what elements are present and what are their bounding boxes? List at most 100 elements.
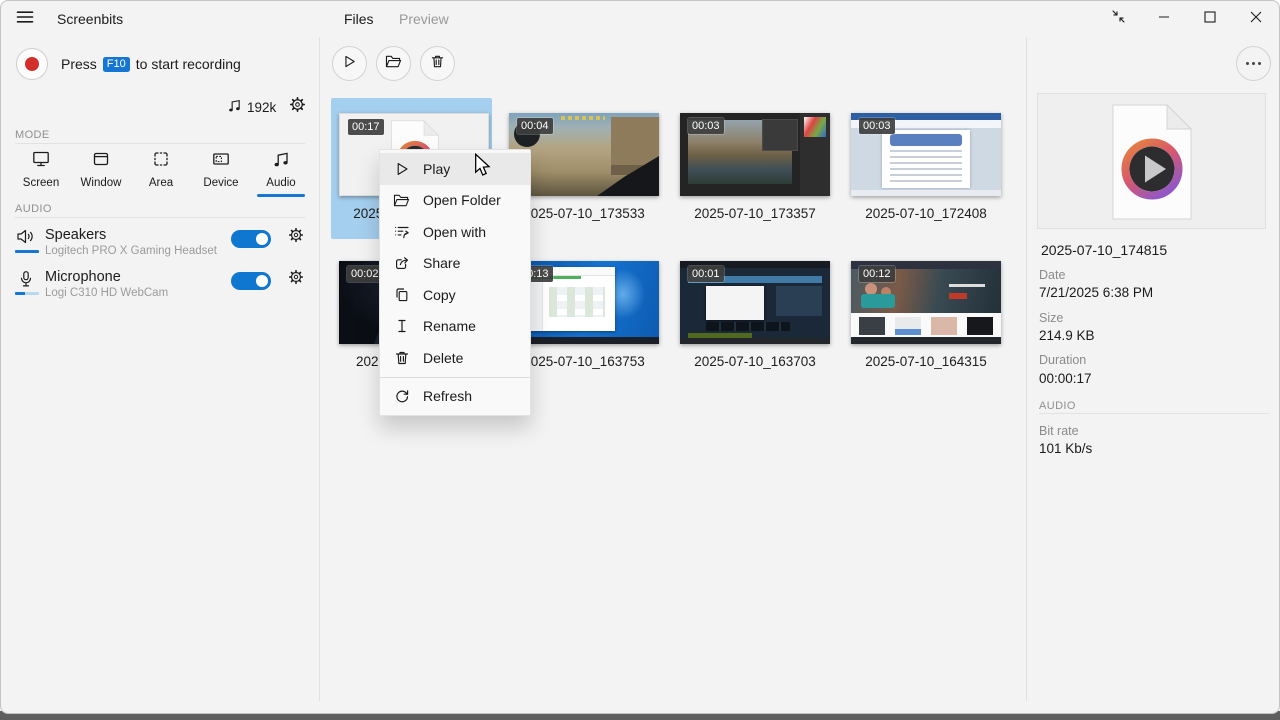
thumb-art [931,317,957,335]
mode-item-audio[interactable]: Audio [253,149,309,189]
duration-badge: 00:03 [859,118,895,134]
open-folder-button[interactable] [376,46,411,81]
window-controls [1095,1,1279,37]
mode-item-screen[interactable]: Screen [13,149,69,189]
detail-label-date: Date [1039,268,1065,282]
hamburger-menu-button[interactable] [13,8,37,30]
menu-item-share[interactable]: Share [380,248,530,280]
record-hint-prefix: Press [61,56,97,72]
detail-value-size: 214.9 KB [1039,328,1095,343]
area-icon [151,156,171,173]
mode-section-title: MODE [15,129,50,141]
mode-label: Area [133,177,189,189]
more-ellipsis-icon [1252,62,1255,65]
maximize-icon [1204,10,1216,28]
details-divider [1026,37,1027,701]
mode-item-window[interactable]: Window [73,149,129,189]
close-button[interactable] [1233,1,1279,37]
thumb-art [967,317,993,335]
toggle-knob [256,233,268,245]
file-thumbnail[interactable]: 00:01 [680,261,830,344]
menu-item-open-with[interactable]: Open with [380,216,530,248]
audio-notes-icon [271,156,291,173]
sidebar: Press F10 to start recording 192k MODE [1,37,319,713]
copy-icon [393,286,410,303]
detail-label-duration: Duration [1039,353,1086,367]
video-file-icon [1107,102,1197,227]
gear-icon [287,268,305,291]
detail-value-bitrate: 101 Kb/s [1039,441,1092,456]
microphone-level-meter [15,292,39,295]
thumb-art [762,119,798,151]
menu-item-refresh[interactable]: Refresh [380,381,530,413]
thumb-art [706,322,790,331]
tab-preview[interactable]: Preview [399,1,449,37]
record-hint: Press F10 to start recording [61,49,241,79]
detail-value-date: 7/21/2025 6:38 PM [1039,285,1153,300]
mode-item-area[interactable]: Area [133,149,189,189]
record-dot-icon [25,57,39,71]
menu-item-copy[interactable]: Copy [380,279,530,311]
share-icon [393,255,410,272]
more-options-button[interactable] [1236,46,1271,81]
divider [1039,413,1269,414]
device-name: Speakers [45,227,106,243]
file-thumbnail[interactable]: 00:03 [851,113,1001,196]
audio-section-title: AUDIO [15,203,52,215]
menu-item-delete[interactable]: Delete [380,342,530,374]
menu-item-label: Delete [423,350,463,366]
play-icon [342,54,357,74]
play-file-button[interactable] [332,46,367,81]
file-thumbnail[interactable]: 00:13 [509,261,659,344]
divider [15,143,305,144]
file-name: 2025-07-10_163703 [680,354,830,369]
file-preview [1037,93,1266,229]
play-icon [393,160,410,177]
recording-settings-button[interactable] [286,96,308,118]
menu-item-rename[interactable]: Rename [380,311,530,343]
menu-item-play[interactable]: Play [380,153,530,185]
file-thumbnail[interactable]: 00:04 [509,113,659,196]
menu-item-open-folder[interactable]: Open Folder [380,185,530,217]
thumb-art [949,284,985,287]
mode-item-device[interactable]: Device [193,149,249,189]
speakers-toggle[interactable] [231,230,271,248]
sidebar-divider [319,37,320,701]
mode-label: Window [73,177,129,189]
thumb-art [890,134,962,146]
menu-item-label: Share [423,255,460,271]
microphone-toggle[interactable] [231,272,271,290]
titlebar: Screenbits Files Preview [1,1,1279,37]
file-thumbnail[interactable]: 00:12 [851,261,1001,344]
detail-label-size: Size [1039,311,1063,325]
thumb-art [851,337,1001,344]
record-hint-suffix: to start recording [136,56,241,72]
music-note-icon [227,98,242,116]
duration-badge: 00:03 [688,118,724,134]
menu-item-label: Open Folder [423,192,501,208]
context-menu: Play Open Folder Open with Share [379,149,531,416]
maximize-button[interactable] [1187,1,1233,37]
duration-badge: 00:17 [348,119,384,135]
minimize-button[interactable] [1141,1,1187,37]
tab-files[interactable]: Files [344,1,374,37]
app-title: Screenbits [57,1,123,37]
bitrate-value: 192k [247,100,276,115]
thumb-art [549,287,605,317]
speakers-settings-button[interactable] [286,227,306,247]
hotkey-badge: F10 [103,57,130,72]
compact-mode-button[interactable] [1095,1,1141,37]
open-folder-icon [393,192,410,209]
thumb-art [509,337,659,344]
duration-badge: 00:04 [517,118,553,134]
delete-file-button[interactable] [420,46,455,81]
microphone-icon [18,270,38,290]
microphone-settings-button[interactable] [286,269,306,289]
device-icon [211,156,231,173]
more-ellipsis-icon [1246,62,1249,65]
file-thumbnail[interactable]: 00:03 [680,113,830,196]
mode-label: Screen [13,177,69,189]
gear-icon [288,95,307,119]
menu-item-label: Copy [423,287,456,303]
record-button[interactable] [16,48,48,80]
